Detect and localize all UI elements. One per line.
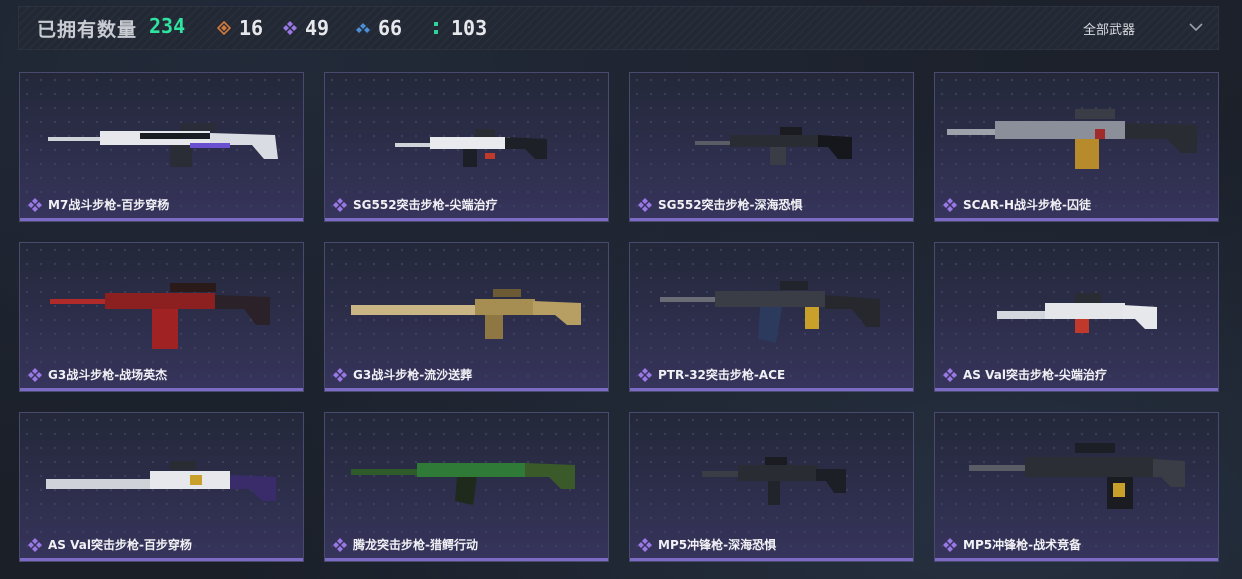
weapon-name: 腾龙突击步枪-猎鳄行动 bbox=[353, 538, 478, 552]
weapon-card[interactable]: 腾龙突击步枪-猎鳄行动 bbox=[324, 412, 609, 562]
purple-diamond-icon bbox=[28, 197, 42, 212]
purple-diamond-icon bbox=[943, 537, 957, 552]
rarity-count-green: 103 bbox=[429, 14, 487, 42]
weapon-name: M7战斗步枪-百步穿杨 bbox=[48, 198, 170, 212]
weapon-card[interactable]: G3战斗步枪-流沙送葬 bbox=[324, 242, 609, 392]
weapon-card[interactable]: MP5冲锋枪-战术竞备 bbox=[934, 412, 1219, 562]
weapon-card[interactable]: AS Val突击步枪-百步穿杨 bbox=[19, 412, 304, 562]
owned-count-value: 234 bbox=[149, 14, 186, 38]
green-dots-icon bbox=[434, 22, 438, 34]
rifle-image bbox=[997, 293, 1157, 333]
weapon-card[interactable]: SG552突击步枪-深海恐惧 bbox=[629, 72, 914, 222]
weapon-name: G3战斗步枪-流沙送葬 bbox=[353, 368, 473, 382]
rifle-image bbox=[702, 457, 846, 505]
weapon-card[interactable]: M7战斗步枪-百步穿杨 bbox=[19, 72, 304, 222]
weapon-name: AS Val突击步枪-尖端治疗 bbox=[963, 368, 1107, 382]
owned-count-label: 已拥有数量 bbox=[37, 19, 138, 41]
rifle-image bbox=[969, 443, 1185, 509]
purple-diamond-icon bbox=[28, 537, 42, 552]
weapon-name: AS Val突击步枪-百步穿杨 bbox=[48, 538, 192, 552]
weapon-card[interactable]: AS Val突击步枪-尖端治疗 bbox=[934, 242, 1219, 392]
rifle-image bbox=[351, 289, 581, 339]
rifle-image bbox=[46, 461, 276, 501]
weapon-name: SG552突击步枪-尖端治疗 bbox=[353, 198, 498, 212]
weapon-card[interactable]: MP5冲锋枪-深海恐惧 bbox=[629, 412, 914, 562]
rifle-image bbox=[395, 129, 547, 167]
rarity-count-blue: 66 bbox=[356, 14, 402, 42]
rifle-image bbox=[50, 283, 270, 349]
weapon-name: MP5冲锋枪-战术竞备 bbox=[963, 538, 1082, 552]
purple-diamond-icon bbox=[333, 367, 347, 382]
purple-diamond-icon bbox=[283, 21, 297, 35]
purple-diamond-icon bbox=[638, 367, 652, 382]
weapon-name: MP5冲锋枪-深海恐惧 bbox=[658, 538, 777, 552]
rarity-count-purple: 49 bbox=[283, 14, 329, 42]
blue-diamond-icon bbox=[356, 23, 370, 33]
weapon-card[interactable]: SCAR-H战斗步枪-囚徒 bbox=[934, 72, 1219, 222]
purple-diamond-icon bbox=[28, 367, 42, 382]
weapon-skin-grid: M7战斗步枪-百步穿杨 SG552突击步枪-尖端治疗 SG552突击步枪-深海恐… bbox=[19, 72, 1219, 562]
weapon-name: SCAR-H战斗步枪-囚徒 bbox=[963, 198, 1091, 212]
orange-diamond-icon bbox=[217, 21, 231, 35]
purple-diamond-icon bbox=[333, 197, 347, 212]
weapon-filter-dropdown[interactable]: 全部武器 bbox=[1083, 19, 1135, 38]
weapon-name: SG552突击步枪-深海恐惧 bbox=[658, 198, 803, 212]
header-bar: 已拥有数量 234 16 49 66 103 全部武器 bbox=[18, 6, 1219, 50]
chevron-down-icon[interactable] bbox=[1187, 19, 1205, 35]
purple-diamond-icon bbox=[333, 537, 347, 552]
purple-diamond-icon bbox=[943, 197, 957, 212]
rifle-image bbox=[660, 281, 880, 343]
purple-diamond-icon bbox=[638, 537, 652, 552]
purple-diamond-icon bbox=[943, 367, 957, 382]
rifle-image bbox=[351, 463, 575, 505]
rifle-image bbox=[947, 109, 1197, 169]
rarity-count-orange: 16 bbox=[217, 14, 263, 42]
weapon-card[interactable]: G3战斗步枪-战场英杰 bbox=[19, 242, 304, 392]
weapon-name: G3战斗步枪-战场英杰 bbox=[48, 368, 168, 382]
purple-diamond-icon bbox=[638, 197, 652, 212]
rifle-image bbox=[48, 123, 278, 167]
weapon-card[interactable]: PTR-32突击步枪-ACE bbox=[629, 242, 914, 392]
weapon-name: PTR-32突击步枪-ACE bbox=[658, 368, 786, 382]
weapon-card[interactable]: SG552突击步枪-尖端治疗 bbox=[324, 72, 609, 222]
rifle-image bbox=[695, 127, 852, 165]
